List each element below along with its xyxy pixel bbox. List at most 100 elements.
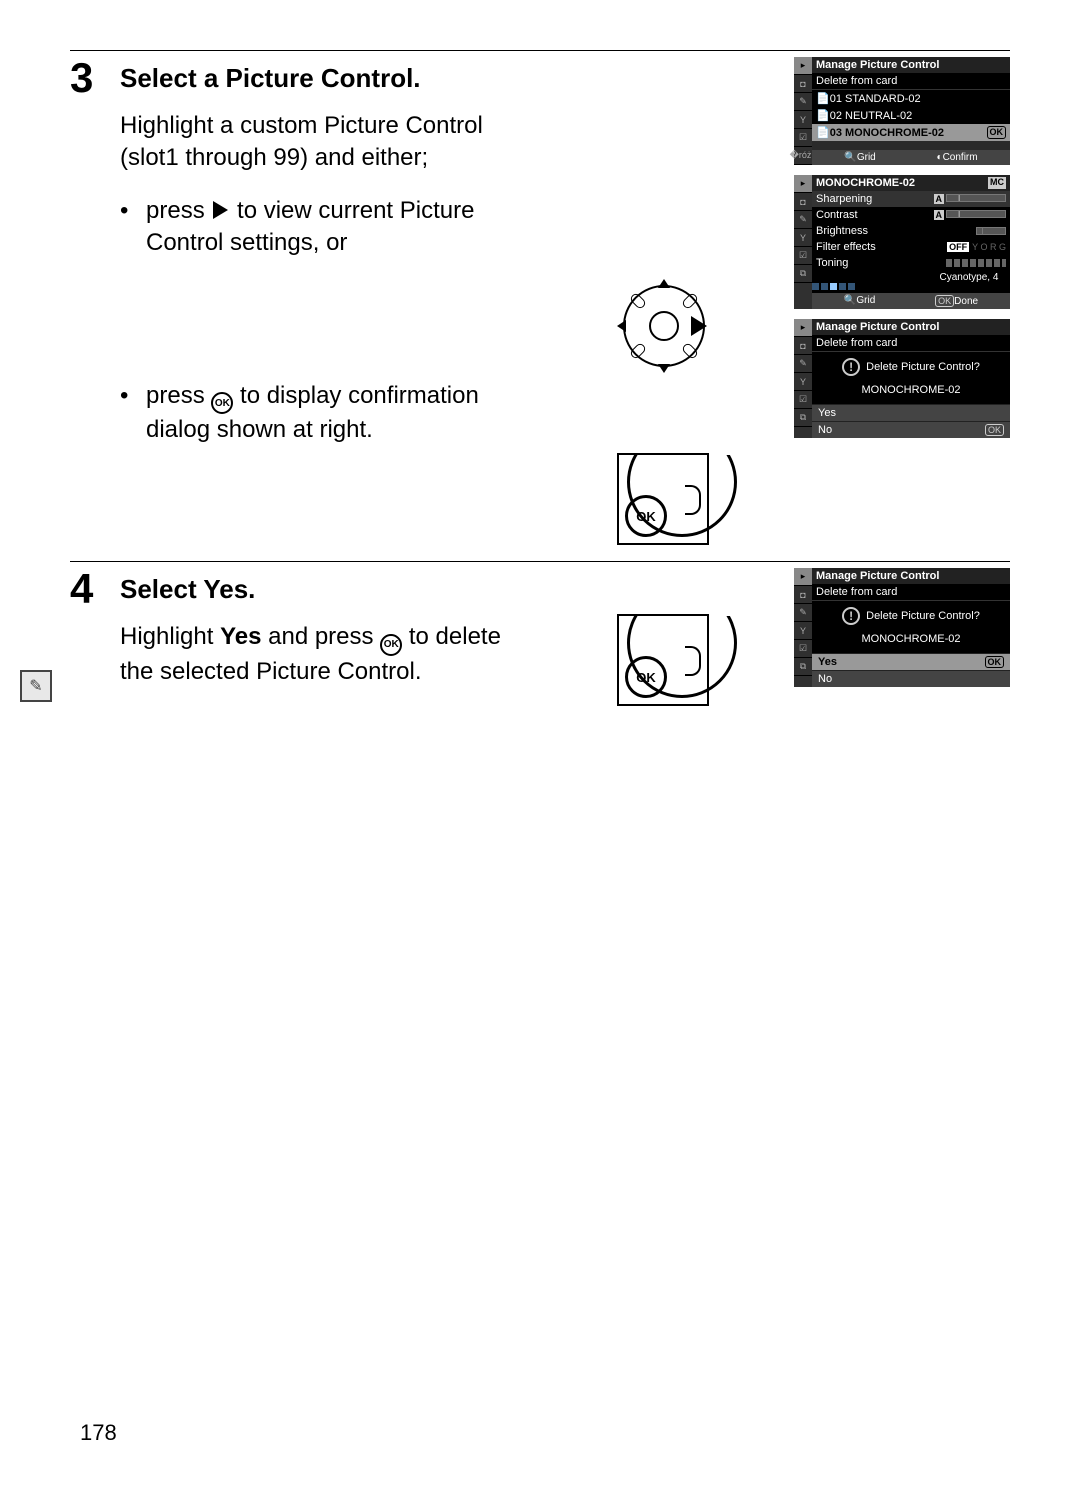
bullet-text: press bbox=[146, 382, 211, 409]
slider-icon bbox=[946, 259, 1006, 267]
bullet-text: press bbox=[146, 197, 211, 224]
lcd-title: Manage Picture Control bbox=[812, 568, 1010, 584]
slider-icon bbox=[946, 210, 1006, 218]
lcd-confirm-1: ▸ ◘ ✎ Y ☑ ⧉ Manage Picture Control Delet… bbox=[794, 319, 1010, 438]
step-3-bullet-1: • press to view current Picture Control … bbox=[120, 195, 540, 260]
recent-tab-icon: ⧉ bbox=[794, 265, 812, 283]
lcd-title: Manage Picture Control bbox=[812, 57, 1010, 73]
option-no: No bbox=[812, 670, 1010, 687]
right-arrow-icon bbox=[213, 201, 228, 219]
step-4-title: Select Yes. bbox=[120, 574, 605, 605]
step-3-bullet-2: • press OK to display confirmation dialo… bbox=[120, 380, 540, 447]
list-item-selected: 📄03 MONOCHROME-02OK bbox=[812, 124, 1010, 141]
lcd-manage-list: ▸ ◘ ✎ Y ☑ �różn Manage Picture Control D… bbox=[794, 57, 1010, 165]
setting-row: Toning bbox=[812, 255, 1010, 271]
dialog-target: MONOCHROME-02 bbox=[812, 631, 1010, 653]
slider-icon bbox=[946, 194, 1006, 202]
camera-tab-icon: ◘ bbox=[794, 193, 812, 211]
grid-hint: 🔍Grid bbox=[844, 295, 875, 307]
step-number: 4 bbox=[70, 568, 120, 712]
pencil-tab-icon: ✎ bbox=[794, 355, 812, 373]
retouch-tab-icon: ☑ bbox=[794, 640, 812, 658]
camera-tab-icon: ◘ bbox=[794, 586, 812, 604]
bullet-dot: • bbox=[120, 380, 146, 447]
step-3-text: Select a Picture Control. Highlight a cu… bbox=[120, 57, 605, 551]
play-tab-icon: ▸ bbox=[794, 568, 812, 586]
slider-icon bbox=[976, 227, 1006, 235]
step-4-para: Highlight Yes and press OK to delete the… bbox=[120, 621, 520, 688]
recent-tab-icon: ⧉ bbox=[794, 658, 812, 676]
setting-row: ContrastA bbox=[812, 207, 1010, 223]
y-tab-icon: Y bbox=[794, 111, 812, 129]
lcd-footer: 🔍Grid OKDone bbox=[812, 293, 1010, 309]
step-3-intro: Highlight a custom Picture Control (slot… bbox=[120, 110, 520, 175]
ok-badge: OK bbox=[985, 656, 1005, 668]
grid-hint: 🔍Grid bbox=[844, 152, 875, 163]
lcd-settings: ▸ ◘ ✎ Y ☑ ⧉ MONOCHROME-02 MC Sharpeni bbox=[794, 175, 1010, 309]
page-number: 178 bbox=[80, 1420, 117, 1446]
lcd-title: Manage Picture Control bbox=[812, 319, 1010, 335]
multi-selector-diagram bbox=[605, 281, 715, 371]
list-item: 📄02 NEUTRAL-02 bbox=[812, 107, 1010, 124]
y-tab-icon: Y bbox=[794, 229, 812, 247]
step-4-diagrams: OK bbox=[605, 568, 715, 712]
option-no: NoOK bbox=[812, 421, 1010, 438]
lcd-title: MONOCHROME-02 MC bbox=[812, 175, 1010, 191]
y-tab-icon: Y bbox=[794, 373, 812, 391]
alert-icon: ! bbox=[842, 607, 860, 625]
ok-badge: OK bbox=[987, 126, 1007, 139]
retouch-tab-icon: ☑ bbox=[794, 247, 812, 265]
option-yes: Yes bbox=[812, 404, 1010, 421]
camera-tab-icon: ◘ bbox=[794, 337, 812, 355]
list-item: 📄01 STANDARD-02 bbox=[812, 90, 1010, 107]
ok-button-diagram: OK bbox=[605, 614, 715, 706]
lcd-confirm-2: ▸ ◘ ✎ Y ☑ ⧉ Manage Picture Control Delet… bbox=[794, 568, 1010, 687]
pencil-tab-icon: ✎ bbox=[794, 93, 812, 111]
play-tab-icon: ▸ bbox=[794, 57, 812, 75]
step-4-lcds: ▸ ◘ ✎ Y ☑ ⧉ Manage Picture Control Delet… bbox=[715, 568, 1010, 712]
manual-page: ✎ 3 Select a Picture Control. Highlight … bbox=[0, 0, 1080, 1486]
pencil-tab-icon: ✎ bbox=[794, 211, 812, 229]
divider bbox=[70, 561, 1010, 562]
camera-tab-icon: ◘ bbox=[794, 75, 812, 93]
setting-row: Brightness bbox=[812, 223, 1010, 239]
retouch-tab-icon: ✎ bbox=[20, 670, 52, 702]
dialog-question: ! Delete Picture Control? bbox=[812, 352, 1010, 382]
play-tab-icon: ▸ bbox=[794, 319, 812, 337]
alert-icon: ! bbox=[842, 358, 860, 376]
play-tab-icon: ▸ bbox=[794, 175, 812, 193]
retouch-tab-icon: ☑ bbox=[794, 391, 812, 409]
toning-value: Cyanotype, 4 bbox=[812, 271, 1010, 293]
ok-button-icon: OK bbox=[380, 634, 402, 656]
dialog-target: MONOCHROME-02 bbox=[812, 382, 1010, 404]
y-tab-icon: Y bbox=[794, 622, 812, 640]
confirm-hint: ◐Confirm bbox=[937, 152, 978, 163]
retouch-tab-icon: ☑ bbox=[794, 129, 812, 147]
step-4-section: 4 Select Yes. Highlight Yes and press OK… bbox=[70, 561, 1010, 712]
divider bbox=[70, 50, 1010, 51]
lcd-subtitle: Delete from card bbox=[812, 73, 1010, 90]
setting-row: SharpeningA bbox=[812, 191, 1010, 207]
lcd-subtitle: Delete from card bbox=[812, 335, 1010, 352]
pencil-tab-icon: ✎ bbox=[794, 604, 812, 622]
step-3-section: 3 Select a Picture Control. Highlight a … bbox=[70, 50, 1010, 551]
recent-tab-icon: �różn bbox=[794, 147, 812, 165]
step-number: 3 bbox=[70, 57, 120, 551]
done-hint: OKDone bbox=[935, 295, 978, 307]
step-3-lcds: ▸ ◘ ✎ Y ☑ �różn Manage Picture Control D… bbox=[715, 57, 1010, 551]
ok-pad-label: OK bbox=[625, 656, 667, 698]
step-4-text: Select Yes. Highlight Yes and press OK t… bbox=[120, 568, 605, 712]
lcd-footer: 🔍Grid ◐Confirm bbox=[812, 150, 1010, 165]
recent-tab-icon: ⧉ bbox=[794, 409, 812, 427]
option-yes-selected: YesOK bbox=[812, 653, 1010, 670]
ok-button-diagram: OK bbox=[605, 453, 715, 545]
ok-pad-label: OK bbox=[625, 495, 667, 537]
dialog-question: ! Delete Picture Control? bbox=[812, 601, 1010, 631]
lcd-subtitle: Delete from card bbox=[812, 584, 1010, 601]
bullet-dot: • bbox=[120, 195, 146, 260]
ok-button-icon: OK bbox=[211, 392, 233, 414]
ok-badge: OK bbox=[985, 424, 1004, 436]
setting-row: Filter effectsOFF Y O R G bbox=[812, 239, 1010, 255]
step-3-diagrams: OK bbox=[605, 57, 715, 551]
off-badge: OFF bbox=[947, 242, 969, 252]
